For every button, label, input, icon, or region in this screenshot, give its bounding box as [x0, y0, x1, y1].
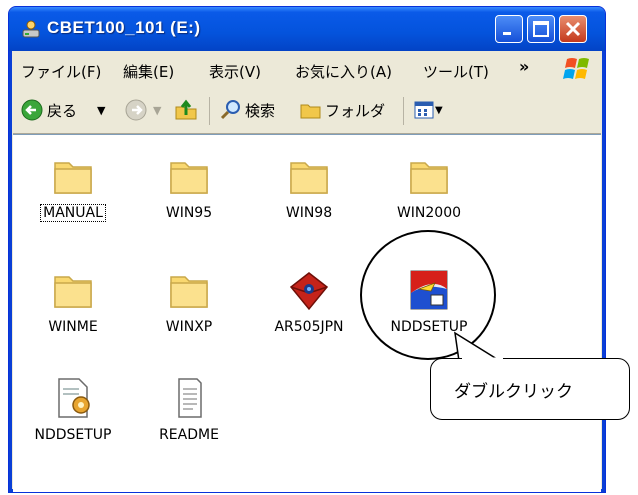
callout-pointer-mask — [462, 357, 503, 361]
callout-text: ダブルクリック — [454, 382, 573, 402]
